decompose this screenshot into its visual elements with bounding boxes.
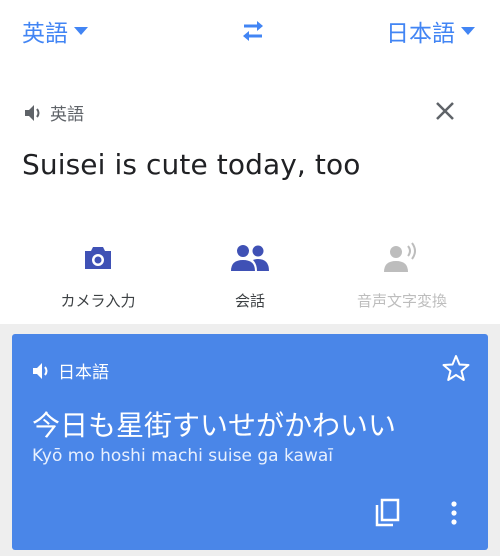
- input-language-label: 英語: [50, 105, 84, 125]
- transcribe-button[interactable]: 音声文字変換: [342, 240, 462, 311]
- translation-result-card[interactable]: 日本語 今日も星街すいせがかわいい Kyō mo hoshi machi sui…: [12, 334, 488, 550]
- caret-down-icon: [74, 27, 88, 35]
- save-translation-button[interactable]: [442, 354, 470, 382]
- copy-button[interactable]: [374, 498, 402, 528]
- caret-down-icon: [461, 27, 475, 35]
- translated-text: 今日も星街すいせがかわいい: [32, 409, 397, 442]
- speaker-icon: [25, 104, 40, 121]
- conversation-button[interactable]: 会話: [190, 240, 310, 311]
- conversation-icon: [231, 245, 269, 271]
- transcribe-label: 音声文字変換: [356, 292, 447, 310]
- more-options-button[interactable]: [444, 498, 464, 528]
- source-language-label: 英語: [22, 21, 68, 47]
- close-icon: [436, 102, 454, 120]
- transcribe-icon: [384, 242, 416, 272]
- more-vert-icon: [451, 501, 457, 525]
- result-language-label: 日本語: [58, 363, 109, 383]
- camera-input-button[interactable]: カメラ入力: [38, 240, 158, 311]
- speaker-icon: [33, 362, 48, 379]
- source-language-selector[interactable]: 英語: [22, 14, 88, 48]
- source-text[interactable]: Suisei is cute today, too: [22, 148, 360, 181]
- copy-icon: [375, 498, 400, 527]
- target-language-label: 日本語: [386, 21, 455, 47]
- result-language-tag[interactable]: 日本語: [32, 358, 109, 383]
- camera-input-label: カメラ入力: [60, 292, 136, 310]
- target-language-selector[interactable]: 日本語: [386, 14, 475, 48]
- clear-input-button[interactable]: [432, 98, 458, 124]
- swap-languages-button[interactable]: [238, 18, 268, 44]
- language-bar: 英語 日本語: [0, 0, 500, 63]
- conversation-label: 会話: [234, 292, 265, 310]
- camera-icon: [85, 247, 111, 269]
- swap-icon: [243, 21, 263, 41]
- source-language-tag[interactable]: 英語: [24, 100, 84, 125]
- transliteration-text: Kyō mo hoshi machi suise ga kawaī: [32, 446, 333, 466]
- star-outline-icon: [442, 355, 470, 381]
- input-card: 英語 Suisei is cute today, too カメラ入力 会話 音声…: [0, 62, 500, 324]
